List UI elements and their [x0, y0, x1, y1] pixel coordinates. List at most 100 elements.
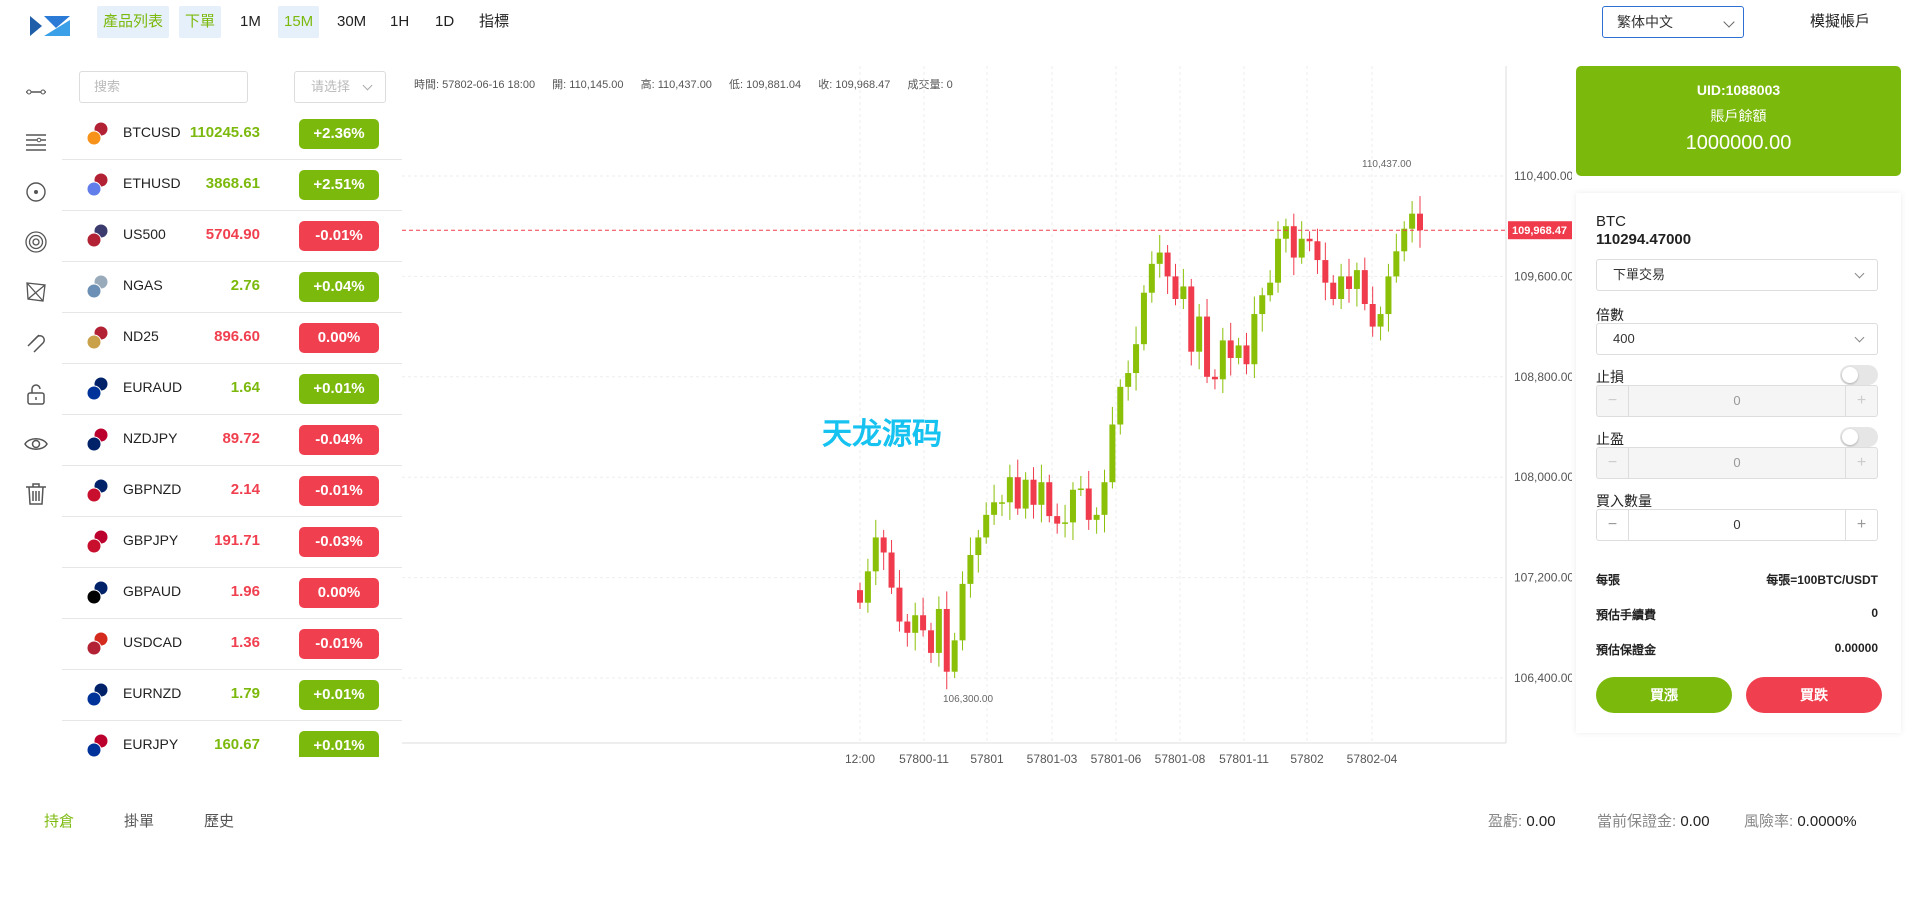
product-symbol: GBPJPY: [123, 532, 179, 548]
interval-30m[interactable]: 30M: [331, 6, 372, 38]
product-list: BTCUSD 110245.63 +2.36% ETHUSD 3868.61 +2.51%…: [62, 109, 402, 757]
product-row[interactable]: GBPNZD 2.14 -0.01%: [62, 466, 402, 517]
tab-positions[interactable]: 持倉: [44, 810, 74, 831]
candle-body: [1267, 282, 1274, 296]
product-row[interactable]: ETHUSD 3868.61 +2.51%: [62, 160, 402, 211]
language-select[interactable]: 繁体中文: [1602, 6, 1744, 38]
product-change-badge: +2.51%: [299, 170, 379, 200]
target-icon[interactable]: [20, 226, 52, 258]
nav-place-order[interactable]: 下單: [179, 6, 222, 38]
candle-body: [1077, 488, 1084, 490]
nav-product-list[interactable]: 產品列表: [97, 6, 170, 38]
crosshair-icon[interactable]: [20, 176, 52, 208]
take-profit-label: 止盈: [1596, 431, 1624, 447]
product-row[interactable]: EURNZD 1.79 +0.01%: [62, 670, 402, 721]
trash-icon[interactable]: [20, 478, 52, 510]
candle-body: [1235, 345, 1242, 358]
candle-body: [1338, 276, 1345, 299]
product-price: 3868.61: [205, 175, 260, 192]
nav-indicators[interactable]: 指標: [473, 6, 515, 38]
candle-body: [1314, 241, 1321, 261]
product-row[interactable]: GBPAUD 1.96 0.00%: [62, 568, 402, 619]
category-filter-select[interactable]: 请选择: [294, 71, 386, 103]
product-row[interactable]: ND25 896.60 0.00%: [62, 313, 402, 364]
take-profit-plus-button: +: [1845, 448, 1877, 478]
x-axis-tick-label: 57801-03: [1027, 752, 1078, 766]
take-profit-toggle[interactable]: [1840, 427, 1878, 447]
candlestick-chart[interactable]: 110,400.00 109,600.00 108,800.00 108,000.00…: [402, 66, 1572, 776]
account-balance: 1000000.00: [1685, 132, 1792, 154]
product-row[interactable]: NZDJPY 89.72 -0.04%: [62, 415, 402, 466]
fee-row: 預估手續費 0: [1596, 606, 1878, 623]
take-profit-stepper: − 0 +: [1596, 447, 1878, 479]
product-price: 896.60: [214, 328, 260, 345]
candle-body: [1046, 482, 1053, 517]
product-price: 1.64: [230, 379, 260, 396]
pattern-icon[interactable]: [20, 276, 52, 308]
y-axis-tick-label: 107,200.00: [1514, 571, 1572, 585]
candle-body: [1259, 295, 1266, 315]
stop-loss-toggle[interactable]: [1840, 365, 1878, 385]
order-type-select[interactable]: 下單交易: [1596, 259, 1878, 291]
per-lot-row: 每張 每張=100BTC/USDT: [1596, 571, 1878, 588]
product-row[interactable]: EURAUD 1.64 +0.01%: [62, 364, 402, 415]
product-change-badge: 0.00%: [299, 578, 379, 608]
trend-line-icon[interactable]: [20, 76, 52, 108]
product-symbol: ND25: [123, 328, 159, 344]
leverage-label: 倍數: [1596, 307, 1624, 323]
interval-1m[interactable]: 1M: [234, 6, 267, 38]
sell-short-button[interactable]: 買跌: [1746, 677, 1882, 713]
chevron-down-icon: [1723, 16, 1735, 28]
product-price: 1.96: [230, 583, 260, 600]
product-price: 110245.63: [189, 124, 260, 141]
search-input[interactable]: 搜索: [79, 71, 248, 103]
quantity-input[interactable]: 0: [1629, 510, 1845, 540]
product-row[interactable]: GBPJPY 191.71 -0.03%: [62, 517, 402, 568]
stop-loss-plus-button: +: [1845, 386, 1877, 416]
product-change-badge: -0.01%: [299, 476, 379, 506]
interval-15m[interactable]: 15M: [278, 6, 320, 38]
product-symbol: ETHUSD: [123, 175, 181, 191]
brand-logo-icon[interactable]: [28, 12, 72, 40]
magnet-icon[interactable]: [20, 326, 52, 358]
product-row[interactable]: US500 5704.90 -0.01%: [62, 211, 402, 262]
product-row[interactable]: USDCAD 1.36 -0.01%: [62, 619, 402, 670]
demo-account-link[interactable]: 模擬帳戶: [1810, 6, 1870, 38]
tab-pending-orders[interactable]: 掛單: [124, 810, 154, 831]
take-profit-minus-button: −: [1597, 448, 1629, 478]
tab-history[interactable]: 歷史: [204, 810, 234, 831]
quantity-plus-button[interactable]: +: [1845, 510, 1877, 540]
product-row[interactable]: EURJPY 160.67 +0.01%: [62, 721, 402, 757]
lock-icon[interactable]: [20, 378, 52, 410]
quantity-minus-button[interactable]: −: [1597, 510, 1629, 540]
quantity-stepper[interactable]: − 0 +: [1596, 509, 1878, 541]
candle-body: [991, 502, 998, 515]
current-margin-stat: 當前保證金: 0.00: [1597, 810, 1710, 831]
margin-row: 預估保證金 0.00000: [1596, 641, 1878, 658]
product-change-badge: +0.01%: [299, 374, 379, 404]
leverage-select[interactable]: 400: [1596, 323, 1878, 355]
candle-body: [1227, 340, 1234, 358]
candle-body: [880, 537, 887, 553]
candle-body: [1030, 479, 1037, 505]
product-row[interactable]: NGAS 2.76 +0.04%: [62, 262, 402, 313]
chevron-down-icon: [362, 80, 373, 91]
eye-icon[interactable]: [20, 428, 52, 460]
candle-body: [998, 502, 1005, 504]
interval-1h[interactable]: 1H: [384, 6, 415, 38]
take-profit-value: 0: [1733, 455, 1741, 470]
buy-long-button[interactable]: 買漲: [1596, 677, 1732, 713]
candle-body: [1275, 238, 1282, 283]
interval-1d[interactable]: 1D: [429, 6, 460, 38]
stop-loss-value: 0: [1733, 393, 1741, 408]
candle-body: [1156, 252, 1163, 264]
risk-rate-label: 風險率:: [1744, 813, 1794, 830]
x-axis-tick-label: 12:00: [845, 752, 875, 766]
chevron-down-icon: [1854, 268, 1865, 279]
horizontal-lines-icon[interactable]: [20, 126, 52, 158]
pnl-value: 0.00: [1526, 813, 1556, 830]
leverage-value: 400: [1613, 331, 1635, 346]
x-axis-tick-label: 57801-08: [1155, 752, 1206, 766]
y-axis-tick-label: 106,400.00: [1514, 671, 1572, 685]
product-row[interactable]: BTCUSD 110245.63 +2.36%: [62, 109, 402, 160]
